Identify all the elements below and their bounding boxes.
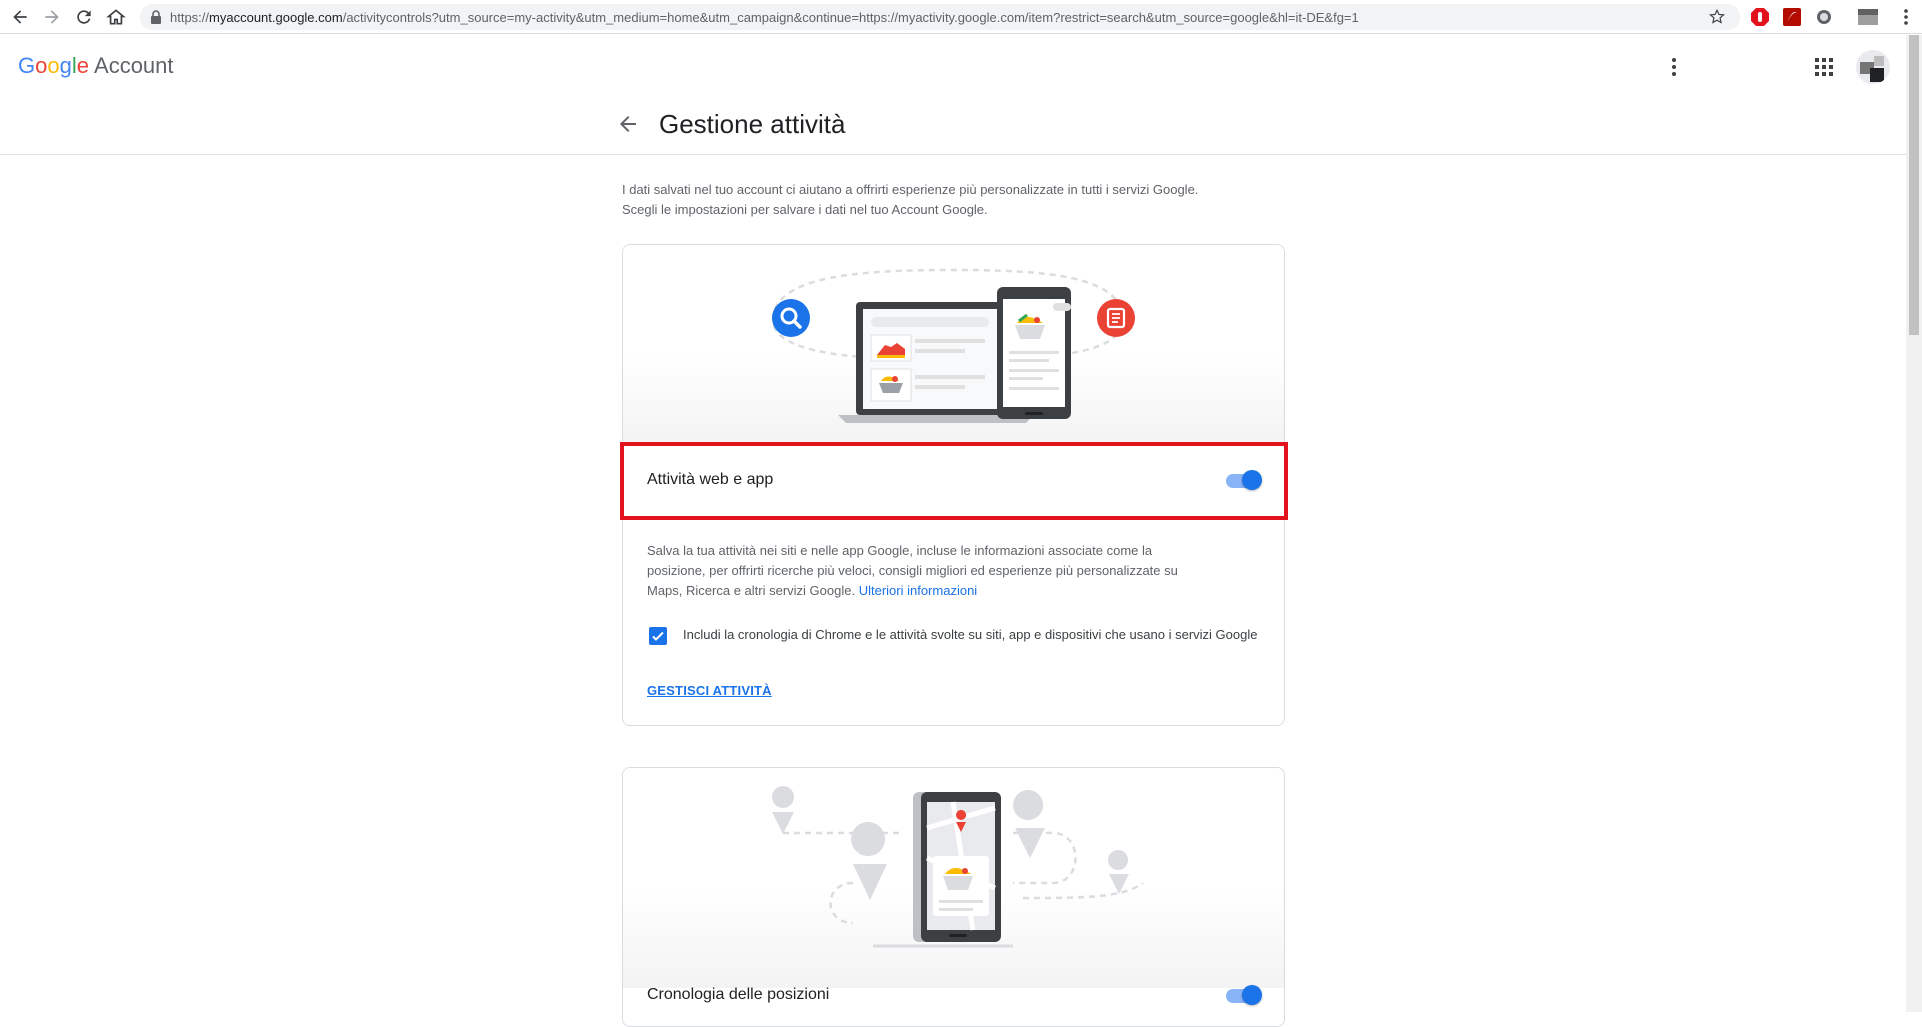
home-icon[interactable] <box>100 1 132 33</box>
checkbox-label: Includi la cronologia di Chrome e le att… <box>683 627 1258 642</box>
url-text: https://myaccount.google.com/activitycon… <box>170 9 1359 25</box>
profile-avatar-icon[interactable] <box>1858 7 1878 27</box>
address-bar[interactable]: https://myaccount.google.com/activitycon… <box>140 4 1740 30</box>
page-title: Gestione attività <box>659 109 846 139</box>
checkmark-icon <box>652 631 664 641</box>
intro-line-2: Scegli le impostazioni per salvare i dat… <box>622 202 988 217</box>
intro-text: I dati salvati nel tuo account ci aiutan… <box>622 180 1272 220</box>
lock-icon <box>151 10 161 24</box>
adblock-extension-icon[interactable] <box>1750 7 1770 27</box>
more-options-icon[interactable] <box>1662 55 1686 79</box>
browser-menu-icon[interactable] <box>1896 7 1916 27</box>
search-icon <box>772 299 810 337</box>
map-pin-icon <box>851 822 887 900</box>
learn-more-link[interactable]: Ulteriori informazioni <box>859 583 977 598</box>
forward-arrow-icon[interactable] <box>36 1 68 33</box>
scrollbar-thumb[interactable] <box>1909 35 1919 335</box>
pdf-extension-icon[interactable] <box>1782 7 1802 27</box>
account-avatar[interactable] <box>1856 50 1890 84</box>
bookmark-star-icon[interactable] <box>1708 8 1726 26</box>
highlight-box <box>620 442 1288 520</box>
setting-description: Salva la tua attività nei siti e nelle a… <box>647 541 1207 601</box>
map-pin-icon <box>1013 790 1045 858</box>
setting-label: Cronologia delle posizioni <box>647 986 830 1003</box>
chrome-history-checkbox[interactable] <box>649 627 667 645</box>
google-apps-icon[interactable] <box>1812 55 1836 79</box>
app-header: Google Account Gestione attività <box>0 35 1906 155</box>
map-pin-icon <box>1108 850 1129 894</box>
location-history-toggle[interactable] <box>1224 984 1262 1006</box>
extension-circle-icon[interactable] <box>1814 7 1834 27</box>
page-scrollbar[interactable] <box>1906 35 1922 1012</box>
reload-icon[interactable] <box>68 1 100 33</box>
back-arrow-icon[interactable] <box>4 1 36 33</box>
location-history-setting: Cronologia delle posizioni <box>623 958 1284 1026</box>
location-history-card: Cronologia delle posizioni <box>622 767 1285 1027</box>
map-pin-icon <box>772 786 795 834</box>
manage-activity-link[interactable]: GESTISCI ATTIVITÀ <box>647 683 772 698</box>
intro-line-1: I dati salvati nel tuo account ci aiutan… <box>622 182 1199 197</box>
web-app-illustration <box>623 245 1284 445</box>
back-arrow-icon[interactable] <box>616 112 640 136</box>
google-account-logo[interactable]: Google Account <box>18 53 174 79</box>
location-illustration <box>623 768 1284 988</box>
browser-toolbar: https://myaccount.google.com/activitycon… <box>0 0 1922 34</box>
